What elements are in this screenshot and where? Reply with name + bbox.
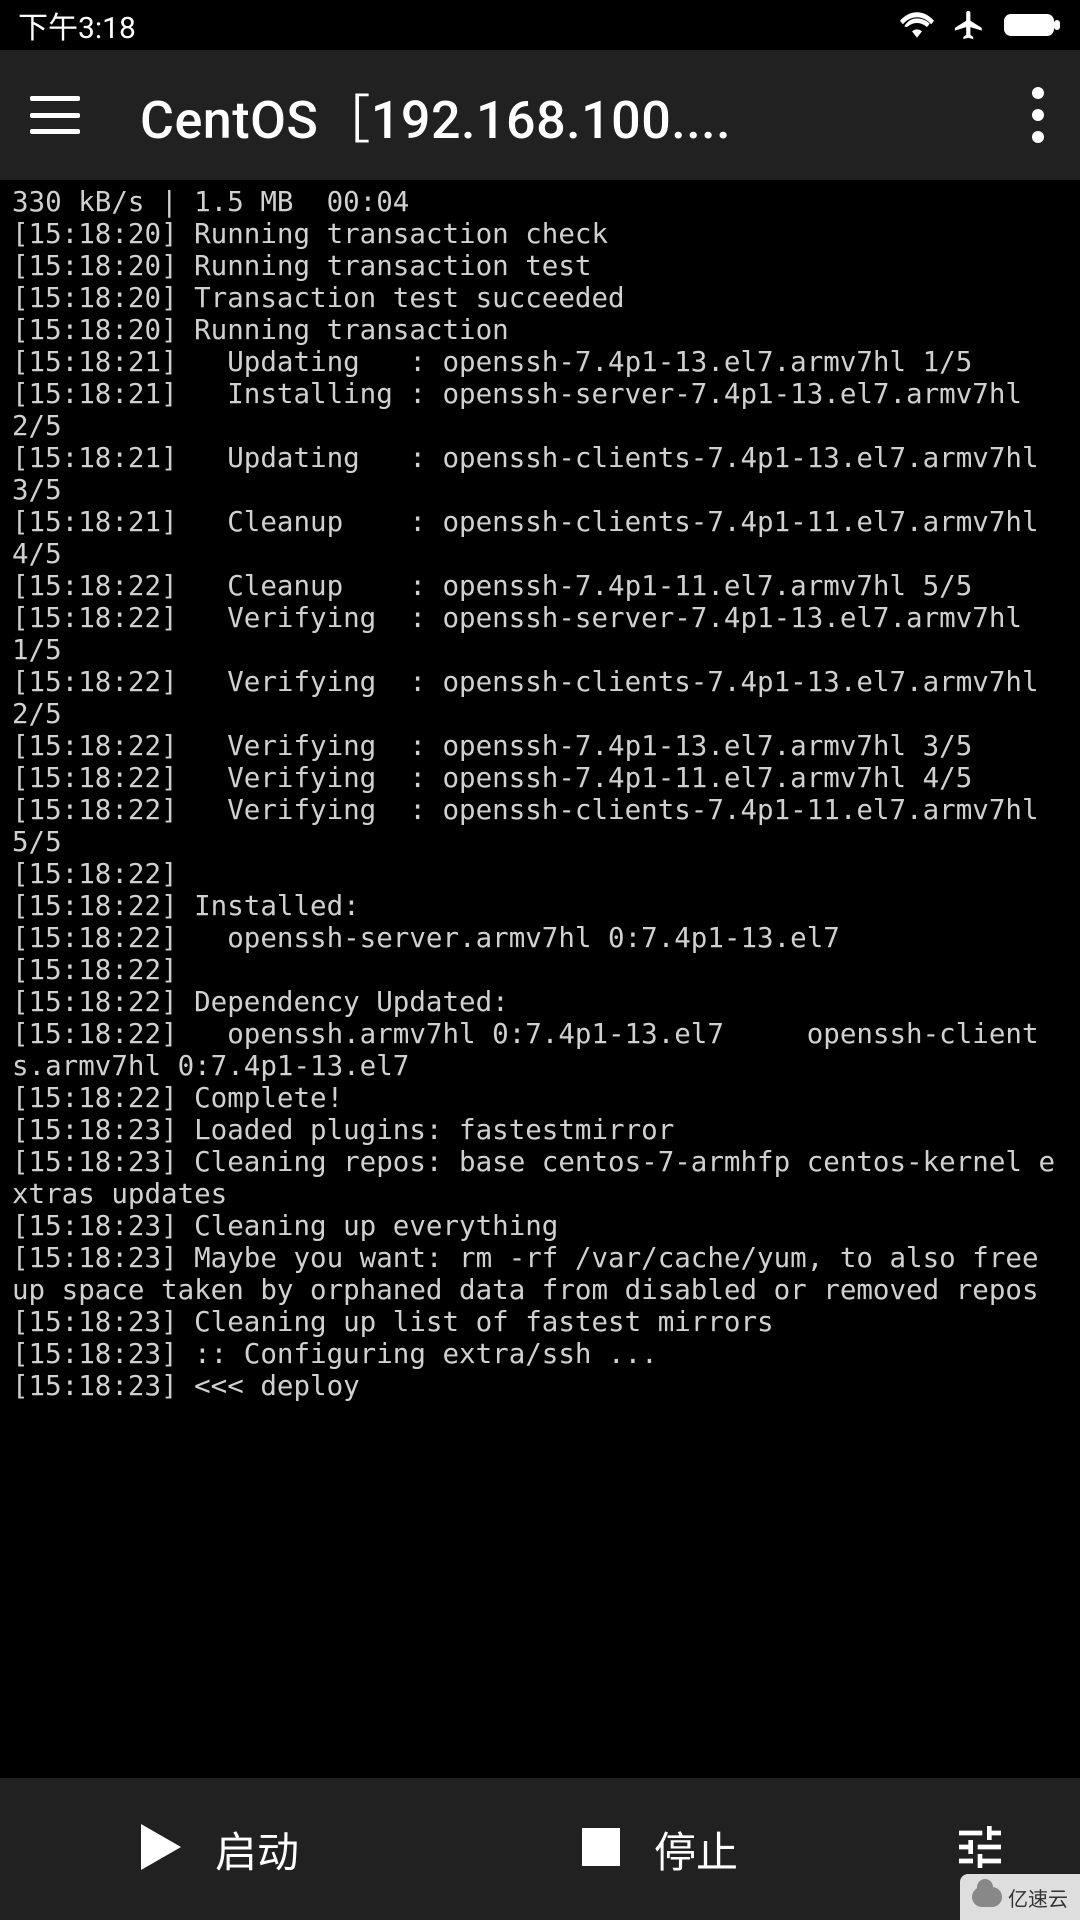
- stop-icon: [582, 1828, 620, 1870]
- status-bar: 下午3:18: [0, 0, 1080, 50]
- battery-icon: [1004, 12, 1062, 38]
- stop-label: 停止: [654, 1819, 738, 1880]
- airplane-mode-icon: [952, 8, 986, 42]
- settings-button[interactable]: [880, 1819, 1080, 1879]
- status-icons: [900, 8, 1062, 42]
- terminal-output[interactable]: 330 kB/s | 1.5 MB 00:04 [15:18:20] Runni…: [0, 180, 1080, 1778]
- app-title: CentOS［192.168.100....: [140, 78, 1032, 153]
- stop-button[interactable]: 停止: [440, 1778, 880, 1920]
- watermark-text: 亿速云: [1008, 1883, 1068, 1912]
- bottom-bar: 启动 停止: [0, 1778, 1080, 1920]
- tune-icon: [952, 1819, 1008, 1879]
- menu-icon[interactable]: [30, 96, 80, 134]
- cloud-icon: [972, 1887, 1002, 1907]
- app-bar: CentOS［192.168.100....: [0, 50, 1080, 180]
- more-options-icon[interactable]: [1032, 87, 1044, 143]
- status-time: 下午3:18: [18, 3, 136, 47]
- wifi-icon: [900, 12, 934, 38]
- watermark: 亿速云: [960, 1874, 1080, 1920]
- start-label: 启动: [215, 1819, 299, 1880]
- start-button[interactable]: 启动: [0, 1778, 440, 1920]
- play-icon: [141, 1824, 181, 1874]
